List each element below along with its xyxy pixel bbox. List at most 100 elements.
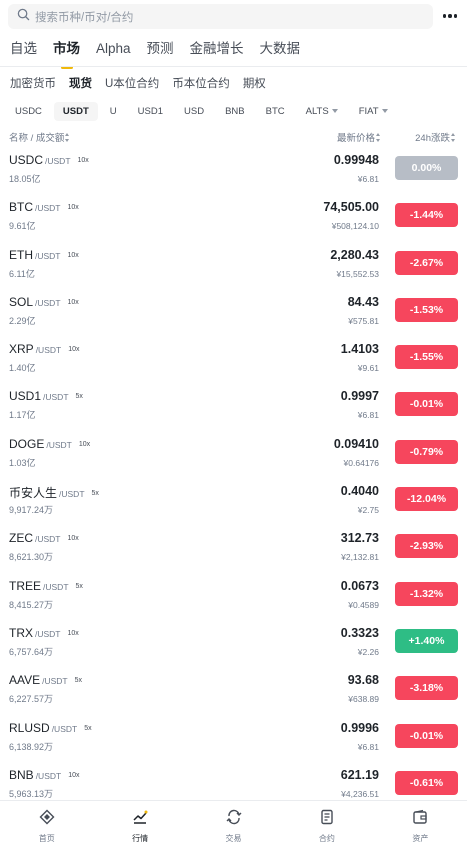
market-row[interactable]: DOGE /USDT 10x 1.03亿 0.09410 ¥0.64176 -0… xyxy=(0,428,467,475)
last-price: 84.43 xyxy=(347,294,379,309)
market-row[interactable]: AAVE /USDT 5x 6,227.57万 93.68 ¥638.89 -3… xyxy=(0,664,467,711)
quote-asset: /USDT xyxy=(43,581,69,592)
change-badge[interactable]: -1.53% xyxy=(395,297,458,322)
last-price: 0.0673 xyxy=(340,578,379,593)
market-row[interactable]: TRX /USDT 10x 6,757.64万 0.3323 ¥2.26 +1.… xyxy=(0,617,467,664)
nav-markets[interactable]: 行情 xyxy=(93,801,186,843)
chip-fiat[interactable]: FIAT xyxy=(350,102,397,121)
market-row[interactable]: RLUSD /USDT 5x 6,138.92万 0.9996 ¥6.81 -0… xyxy=(0,712,467,759)
subtab-coinm-futures[interactable]: 币本位合约 xyxy=(172,74,230,94)
base-asset: ZEC xyxy=(9,531,33,546)
chip-u[interactable]: U xyxy=(101,102,126,121)
subtab-options[interactable]: 期权 xyxy=(243,74,266,94)
subtab-spot[interactable]: 现货 xyxy=(69,74,92,94)
change-badge[interactable]: +1.40% xyxy=(395,628,458,653)
last-price: 0.9996 xyxy=(340,720,379,735)
wallet-icon xyxy=(412,809,428,830)
market-row[interactable]: XRP /USDT 10x 1.40亿 1.4103 ¥9.61 -1.55% xyxy=(0,333,467,380)
sort-by-change[interactable]: 24h涨跌 xyxy=(415,130,456,144)
change-badge[interactable]: -2.67% xyxy=(395,250,458,275)
chip-alts[interactable]: ALTS xyxy=(297,102,347,121)
base-asset: ETH xyxy=(9,247,33,262)
market-row[interactable]: SOL /USDT 10x 2.29亿 84.43 ¥575.81 -1.53% xyxy=(0,286,467,333)
tab-favorites[interactable]: 自选 xyxy=(10,38,37,66)
change-badge[interactable]: -3.18% xyxy=(395,676,458,701)
change-badge[interactable]: -1.32% xyxy=(395,581,458,606)
subtab-usdm-futures[interactable]: U本位合约 xyxy=(105,74,159,94)
market-row[interactable]: 币安人生 /USDT 5x 9,917.24万 0.4040 ¥2.75 -12… xyxy=(0,475,467,522)
search-input[interactable]: 搜索币种/币对/合约 xyxy=(8,4,433,29)
fiat-price: ¥6.81 xyxy=(357,410,379,421)
market-row[interactable]: TREE /USDT 5x 8,415.27万 0.0673 ¥0.4589 -… xyxy=(0,570,467,617)
sort-by-price[interactable]: 最新价格 xyxy=(337,130,381,144)
base-asset: BTC xyxy=(9,200,33,215)
nav-label: 合约 xyxy=(318,834,335,843)
market-row[interactable]: ZEC /USDT 10x 8,621.30万 312.73 ¥2,132.81… xyxy=(0,522,467,569)
leverage-badge: 5x xyxy=(84,724,92,732)
change-badge[interactable]: -0.79% xyxy=(395,439,458,464)
volume: 9.61亿 xyxy=(9,221,36,232)
chip-usdc[interactable]: USDC xyxy=(6,102,51,121)
last-price: 0.3323 xyxy=(340,625,379,640)
change-badge[interactable]: -2.93% xyxy=(395,534,458,559)
pair-name: DOGE /USDT 10x xyxy=(9,437,90,451)
sort-icon xyxy=(65,133,70,142)
change-badge[interactable]: 0.00% xyxy=(395,156,458,180)
market-row[interactable]: BTC /USDT 10x 9.61亿 74,505.00 ¥508,124.1… xyxy=(0,191,467,238)
chip-usd[interactable]: USD xyxy=(175,102,213,121)
change-badge[interactable]: -1.44% xyxy=(395,203,458,228)
quote-asset: /USDT xyxy=(35,770,62,781)
more-options-button[interactable] xyxy=(438,6,462,26)
chip-alts-label: ALTS xyxy=(305,105,329,117)
chip-usdt[interactable]: USDT xyxy=(53,101,98,121)
volume: 1.03亿 xyxy=(9,457,36,468)
chip-bnb[interactable]: BNB xyxy=(216,102,254,121)
nav-assets[interactable]: 资产 xyxy=(374,801,467,843)
base-asset: USD1 xyxy=(9,389,42,404)
last-price: 0.9997 xyxy=(340,389,379,404)
more-dot-icon xyxy=(453,14,458,18)
change-badge[interactable]: -0.61% xyxy=(395,770,458,795)
change-badge[interactable]: -12.04% xyxy=(395,487,458,512)
tab-prediction[interactable]: 预测 xyxy=(147,38,174,66)
subtab-crypto[interactable]: 加密货币 xyxy=(10,74,56,94)
tab-big-data[interactable]: 大数据 xyxy=(260,38,301,66)
more-dot-icon xyxy=(442,14,447,18)
volume: 9,917.24万 xyxy=(9,505,54,516)
leverage-badge: 5x xyxy=(91,490,99,498)
chip-fiat-label: FIAT xyxy=(358,105,379,117)
volume: 18.05亿 xyxy=(9,174,41,184)
base-asset: DOGE xyxy=(9,436,45,451)
home-icon xyxy=(39,809,55,830)
tab-finance-growth[interactable]: 金融增长 xyxy=(190,38,244,66)
chip-usd1[interactable]: USD1 xyxy=(129,102,172,121)
leverage-badge: 10x xyxy=(68,346,80,354)
nav-label: 交易 xyxy=(225,834,242,843)
base-asset: BNB xyxy=(9,767,34,782)
change-badge[interactable]: -0.01% xyxy=(395,392,458,417)
change-badge[interactable]: -1.55% xyxy=(395,345,458,370)
fiat-price: ¥638.89 xyxy=(348,694,379,705)
tab-market[interactable]: 市场 xyxy=(53,38,80,69)
pair-name: ETH /USDT 10x xyxy=(9,248,79,262)
last-price: 312.73 xyxy=(340,531,379,546)
nav-label: 行情 xyxy=(132,834,149,843)
nav-trade[interactable]: 交易 xyxy=(187,801,280,843)
market-row[interactable]: ETH /USDT 10x 6.11亿 2,280.43 ¥15,552.53 … xyxy=(0,239,467,286)
base-asset: SOL xyxy=(9,294,34,309)
last-price: 74,505.00 xyxy=(323,200,379,215)
pair-name: USDC /USDT 10x xyxy=(9,153,89,167)
nav-home[interactable]: 首页 xyxy=(0,801,93,843)
tab-alpha[interactable]: Alpha xyxy=(96,38,131,66)
volume: 1.17亿 xyxy=(9,410,36,421)
leverage-badge: 10x xyxy=(67,298,79,306)
nav-futures[interactable]: 合约 xyxy=(280,801,373,843)
change-badge[interactable]: -0.01% xyxy=(395,723,458,748)
pair-name: ZEC /USDT 10x xyxy=(9,531,79,545)
fiat-price: ¥2.26 xyxy=(357,646,379,657)
market-row[interactable]: USDC /USDT 10x 18.05亿 0.99948 ¥6.81 0.00… xyxy=(0,144,467,191)
market-row[interactable]: USD1 /USDT 5x 1.17亿 0.9997 ¥6.81 -0.01% xyxy=(0,380,467,427)
leverage-badge: 10x xyxy=(67,251,79,259)
sort-by-name-volume[interactable]: 名称 / 成交额 xyxy=(9,130,70,144)
chip-btc[interactable]: BTC xyxy=(257,102,294,121)
